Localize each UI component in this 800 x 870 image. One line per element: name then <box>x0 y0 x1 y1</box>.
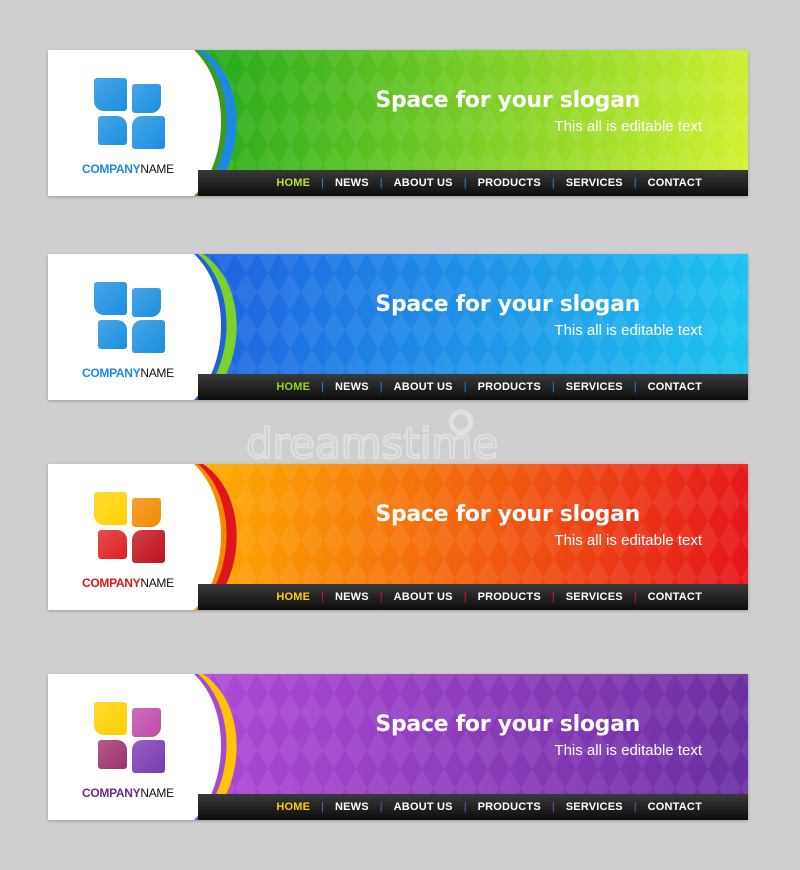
nav-item-products[interactable]: PRODUCTS <box>478 801 541 813</box>
nav-item-products[interactable]: PRODUCTS <box>478 591 541 603</box>
slogan-subtext: This all is editable text <box>554 532 702 549</box>
nav-item-about-us[interactable]: ABOUT US <box>394 801 453 813</box>
nav-item-news[interactable]: NEWS <box>335 801 369 813</box>
company-name-suffix: NAME <box>140 786 174 800</box>
logo-square <box>94 78 127 111</box>
nav-item-news[interactable]: NEWS <box>335 381 369 393</box>
header-banner: COMPANYNAME Space for your slogan This all… <box>48 254 748 400</box>
nav-separator: | <box>321 801 324 813</box>
nav-item-home[interactable]: HOME <box>276 801 310 813</box>
nav-item-services[interactable]: SERVICES <box>566 177 623 189</box>
nav-item-about-us[interactable]: ABOUT US <box>394 381 453 393</box>
nav-item-contact[interactable]: CONTACT <box>648 177 702 189</box>
nav-separator: | <box>633 591 637 603</box>
nav-separator: | <box>463 591 467 603</box>
company-name: COMPANYNAME <box>82 786 174 800</box>
svg-text:dreamstime: dreamstime <box>246 419 498 468</box>
nav-item-home[interactable]: HOME <box>276 381 310 393</box>
company-name: COMPANYNAME <box>82 366 174 380</box>
nav-item-services[interactable]: SERVICES <box>566 381 623 393</box>
company-name: COMPANYNAME <box>82 162 174 176</box>
nav-separator: | <box>633 801 637 813</box>
company-logo-icon[interactable] <box>94 282 166 354</box>
slogan-subtext: This all is editable text <box>554 322 702 339</box>
nav-separator: | <box>321 591 324 603</box>
nav-item-news[interactable]: NEWS <box>335 591 369 603</box>
logo-square <box>98 116 127 145</box>
nav-item-news[interactable]: NEWS <box>335 177 369 189</box>
company-logo-icon[interactable] <box>94 492 166 564</box>
slogan-heading: Space for your slogan <box>375 292 640 317</box>
nav-separator: | <box>551 801 555 813</box>
logo-square <box>132 740 165 773</box>
nav-separator: | <box>463 177 467 189</box>
nav-separator: | <box>463 381 467 393</box>
nav-item-contact[interactable]: CONTACT <box>648 591 702 603</box>
nav-separator: | <box>321 381 324 393</box>
company-name-suffix: NAME <box>140 366 174 380</box>
logo-square <box>94 702 127 735</box>
nav-bar: HOME | NEWS | ABOUT US | PRODUCTS | SERVICES | CON… <box>198 374 748 400</box>
nav-item-products[interactable]: PRODUCTS <box>478 177 541 189</box>
nav-item-products[interactable]: PRODUCTS <box>478 381 541 393</box>
company-name-suffix: NAME <box>140 576 174 590</box>
logo-square <box>132 498 161 527</box>
company-name-prefix: COMPANY <box>82 576 141 590</box>
logo-square <box>132 320 165 353</box>
header-banner: COMPANYNAME Space for your slogan This all… <box>48 50 748 196</box>
nav-separator: | <box>551 177 555 189</box>
slogan-subtext: This all is editable text <box>554 118 702 135</box>
company-name-prefix: COMPANY <box>82 786 141 800</box>
slogan-heading: Space for your slogan <box>375 88 640 113</box>
nav-separator: | <box>379 381 383 393</box>
watermark: dreamstime <box>246 409 499 468</box>
nav-item-services[interactable]: SERVICES <box>566 801 623 813</box>
nav-item-home[interactable]: HOME <box>276 177 310 189</box>
logo-square <box>98 320 127 349</box>
nav-separator: | <box>379 177 383 189</box>
nav-separator: | <box>633 381 637 393</box>
slogan-heading: Space for your slogan <box>375 712 640 737</box>
logo-square <box>132 288 161 317</box>
nav-item-about-us[interactable]: ABOUT US <box>394 177 453 189</box>
company-name: COMPANYNAME <box>82 576 174 590</box>
company-logo-icon[interactable] <box>94 702 166 774</box>
nav-item-about-us[interactable]: ABOUT US <box>394 591 453 603</box>
nav-separator: | <box>321 177 324 189</box>
nav-bar: HOME | NEWS | ABOUT US | PRODUCTS | SERVICES | CON… <box>198 170 748 196</box>
slogan-heading: Space for your slogan <box>375 502 640 527</box>
nav-separator: | <box>551 591 555 603</box>
nav-separator: | <box>633 177 637 189</box>
company-name-prefix: COMPANY <box>82 366 141 380</box>
nav-separator: | <box>463 801 467 813</box>
company-name-suffix: NAME <box>140 162 174 176</box>
nav-item-home[interactable]: HOME <box>276 591 310 603</box>
nav-bar: HOME | NEWS | ABOUT US | PRODUCTS | SERVICES | CON… <box>198 794 748 820</box>
logo-square <box>132 116 165 149</box>
company-logo-icon[interactable] <box>94 78 166 150</box>
logo-square <box>98 530 127 559</box>
nav-separator: | <box>379 591 383 603</box>
logo-square <box>94 282 127 315</box>
nav-item-services[interactable]: SERVICES <box>566 591 623 603</box>
logo-square <box>132 530 165 563</box>
logo-square <box>132 84 161 113</box>
nav-item-contact[interactable]: CONTACT <box>648 381 702 393</box>
header-banner: COMPANYNAME Space for your slogan This all… <box>48 674 748 820</box>
nav-item-contact[interactable]: CONTACT <box>648 801 702 813</box>
logo-square <box>132 708 161 737</box>
company-name-prefix: COMPANY <box>82 162 141 176</box>
nav-separator: | <box>551 381 555 393</box>
slogan-subtext: This all is editable text <box>554 742 702 759</box>
nav-separator: | <box>379 801 383 813</box>
header-banner: COMPANYNAME Space for your slogan This all… <box>48 464 748 610</box>
logo-square <box>94 492 127 525</box>
logo-square <box>98 740 127 769</box>
nav-bar: HOME | NEWS | ABOUT US | PRODUCTS | SERVICES | CON… <box>198 584 748 610</box>
